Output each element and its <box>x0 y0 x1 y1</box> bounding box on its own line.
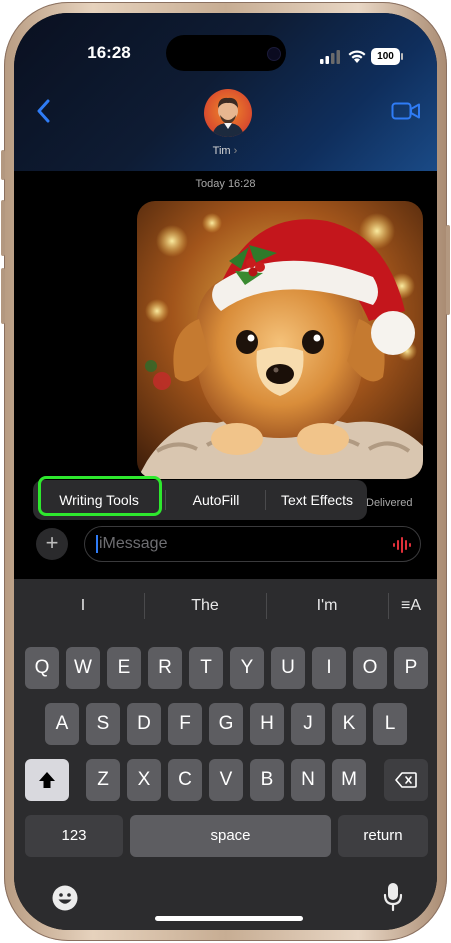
facetime-video-button[interactable] <box>391 101 421 123</box>
key-l[interactable]: L <box>373 703 407 745</box>
key-s[interactable]: S <box>86 703 120 745</box>
plus-icon: + <box>45 530 59 555</box>
key-a[interactable]: A <box>45 703 79 745</box>
delete-key[interactable] <box>384 759 428 801</box>
message-input[interactable]: iMessage <box>84 526 421 562</box>
status-time: 16:28 <box>87 43 131 62</box>
dictation-button[interactable] <box>383 882 407 914</box>
suggestion-divider <box>388 593 389 619</box>
battery-icon: 100 <box>371 48 405 65</box>
avatar-portrait-icon <box>212 97 244 137</box>
back-button[interactable] <box>36 99 56 125</box>
dictation-waveform-icon[interactable] <box>392 536 412 554</box>
suggestion-divider <box>266 593 267 619</box>
screen: 16:28 100 Tim › Today 16:28 Delivered Wr… <box>14 13 437 930</box>
numbers-key[interactable]: 123 <box>25 815 123 857</box>
keyboard: I The I'm ≡A Q W E R T Y U I O P A S D F… <box>14 579 437 930</box>
key-d[interactable]: D <box>127 703 161 745</box>
backspace-icon <box>395 772 417 788</box>
volume-down-button <box>1 268 5 324</box>
key-h[interactable]: H <box>250 703 284 745</box>
key-r[interactable]: R <box>148 647 182 689</box>
key-u[interactable]: U <box>271 647 305 689</box>
return-key[interactable]: return <box>338 815 428 857</box>
key-i[interactable]: I <box>312 647 346 689</box>
key-y[interactable]: Y <box>230 647 264 689</box>
suggestion-3[interactable]: I'm <box>272 597 382 615</box>
emoji-button[interactable] <box>51 884 81 914</box>
text-cursor <box>96 535 98 553</box>
video-camera-icon <box>391 102 420 120</box>
key-z[interactable]: Z <box>86 759 120 801</box>
key-j[interactable]: J <box>291 703 325 745</box>
microphone-icon <box>383 883 403 912</box>
menu-item-autofill[interactable]: AutoFill <box>171 480 261 520</box>
chevron-left-icon <box>37 99 50 123</box>
suggestion-2[interactable]: The <box>150 597 260 615</box>
key-o[interactable]: O <box>353 647 387 689</box>
emoji-icon <box>52 885 78 911</box>
menu-divider <box>165 490 166 510</box>
volume-up-button <box>1 200 5 256</box>
key-k[interactable]: K <box>332 703 366 745</box>
key-m[interactable]: M <box>332 759 366 801</box>
suggestion-1[interactable]: I <box>28 597 138 615</box>
shift-key[interactable] <box>25 759 69 801</box>
message-placeholder: iMessage <box>99 535 168 552</box>
shift-arrow-icon <box>39 772 55 788</box>
key-v[interactable]: V <box>209 759 243 801</box>
delivered-status: Delivered <box>366 497 413 509</box>
home-indicator[interactable] <box>155 916 303 921</box>
image-message[interactable] <box>137 201 423 479</box>
message-timestamp: Today 16:28 <box>195 178 256 190</box>
contact-name[interactable]: Tim › <box>200 145 250 157</box>
key-n[interactable]: N <box>291 759 325 801</box>
key-c[interactable]: C <box>168 759 202 801</box>
key-w[interactable]: W <box>66 647 100 689</box>
key-t[interactable]: T <box>189 647 223 689</box>
text-format-icon[interactable]: ≡A <box>392 597 430 615</box>
key-p[interactable]: P <box>394 647 428 689</box>
key-b[interactable]: B <box>250 759 284 801</box>
suggestion-divider <box>144 593 145 619</box>
battery-level: 100 <box>377 51 394 62</box>
cellular-signal-icon <box>320 50 342 64</box>
puppy-santa-hat-image <box>137 201 423 479</box>
key-e[interactable]: E <box>107 647 141 689</box>
action-button <box>1 150 5 180</box>
wifi-icon <box>347 49 367 64</box>
contact-name-label: Tim <box>212 145 231 157</box>
menu-divider <box>265 490 266 510</box>
key-f[interactable]: F <box>168 703 202 745</box>
key-q[interactable]: Q <box>25 647 59 689</box>
power-button <box>446 225 450 315</box>
space-key[interactable]: space <box>130 815 331 857</box>
key-g[interactable]: G <box>209 703 243 745</box>
contact-avatar[interactable] <box>204 89 252 137</box>
key-x[interactable]: X <box>127 759 161 801</box>
apps-plus-button[interactable]: + <box>36 528 68 560</box>
front-camera <box>267 47 281 61</box>
writing-tools-highlight <box>38 476 162 516</box>
menu-item-text-effects[interactable]: Text Effects <box>269 480 365 520</box>
